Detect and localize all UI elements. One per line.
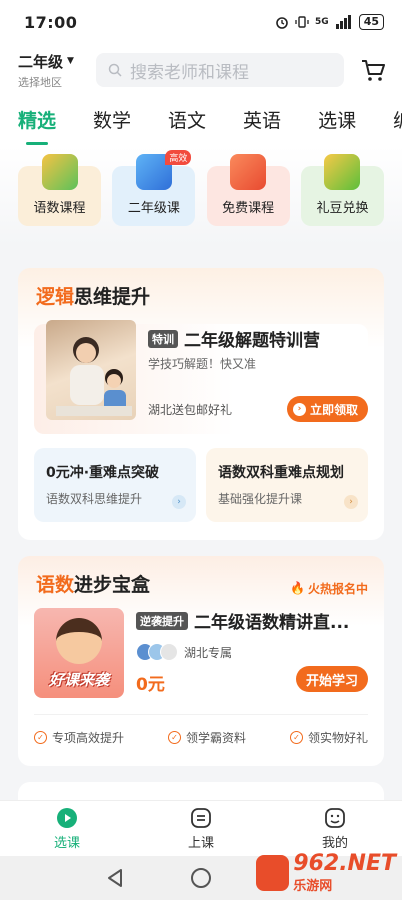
- course-card-intensive[interactable]: 好课来袭 逆袭提升 二年级语数精讲直... 湖北专属 0元 开始学习: [34, 608, 368, 700]
- grade-label: 二年级: [18, 52, 64, 71]
- section-title: 逻辑思维提升: [36, 286, 151, 308]
- bottom-nav: 选课 上课 我的: [0, 800, 402, 856]
- tab-chinese[interactable]: 语文: [168, 106, 206, 137]
- quick-entry-free[interactable]: 免费课程: [206, 154, 290, 226]
- back-triangle-icon[interactable]: [106, 868, 124, 888]
- course-thumbnail: [46, 320, 136, 420]
- battery-indicator: 45: [358, 14, 384, 30]
- status-icons: 5G 45: [275, 14, 384, 30]
- search-icon: [108, 63, 122, 77]
- quick-entries: 语数课程 高效 二年级课 免费课程 礼豆兑换: [0, 146, 402, 246]
- progress-box-section: 语数进步宝盒 🔥 火热报名中 好课来袭 逆袭提升 二年级语数精讲直... 湖北专属 …: [18, 556, 384, 766]
- vibrate-icon: [295, 16, 309, 28]
- section-title: 语数进步宝盒 🔥 火热报名中: [18, 556, 384, 602]
- course-subtitle: 学技巧解题！快又准: [148, 357, 257, 371]
- quick-entry-chinese-math[interactable]: 语数课程: [18, 154, 101, 226]
- search-input[interactable]: 搜索老师和课程: [96, 53, 344, 87]
- perk-item: ✓ 专项高效提升: [34, 729, 124, 746]
- check-icon: ✓: [167, 731, 181, 744]
- status-bar: 17:00 5G 45: [0, 0, 402, 44]
- start-learning-button[interactable]: 开始学习: [295, 666, 368, 692]
- home-circle-button[interactable]: [191, 868, 211, 888]
- nav-item-class[interactable]: 上课: [161, 807, 241, 851]
- watermark: 962.NET 乐游网: [256, 850, 396, 896]
- quick-entry-redeem[interactable]: 礼豆兑换: [300, 154, 384, 226]
- sub-card-title: 语数双科重难点规划: [218, 465, 344, 481]
- play-circle-icon: [57, 807, 77, 828]
- hot-signup-label: 🔥 火热报名中: [290, 581, 368, 596]
- cart-button[interactable]: [358, 55, 388, 85]
- tab-featured[interactable]: 精选: [18, 106, 56, 137]
- nav-item-profile[interactable]: 我的: [295, 807, 375, 851]
- teacher-avatars: 湖北专属: [136, 643, 368, 661]
- claim-now-button[interactable]: › 立即领取: [286, 396, 368, 422]
- chevron-right-icon: ›: [292, 402, 306, 416]
- logic-section: 逻辑思维提升 特训 二年级解题特训营 学技巧解题！快又准 湖北送包邮好礼 › 立即领…: [18, 268, 384, 540]
- class-icon: [191, 807, 211, 828]
- cart-icon: [362, 60, 385, 81]
- quick-entry-label: 语数课程: [33, 201, 86, 216]
- book-icon: [230, 154, 267, 190]
- network-type: 5G: [315, 17, 329, 27]
- quick-entry-label: 礼豆兑换: [316, 201, 369, 216]
- watermark-logo-icon: [256, 855, 290, 891]
- course-tag: 逆袭提升: [136, 611, 188, 630]
- caret-down-icon: ▼: [67, 56, 74, 66]
- quick-entry-grade2[interactable]: 高效 二年级课: [112, 150, 196, 226]
- quick-entry-label: 二年级课: [127, 201, 180, 216]
- perk-item: ✓ 领学霸资料: [167, 729, 246, 746]
- status-time: 17:00: [24, 12, 78, 32]
- gift-icon: [324, 154, 361, 190]
- nav-label: 选课: [53, 835, 80, 851]
- course-card-training[interactable]: 特训 二年级解题特训营 学技巧解题！快又准 湖北送包邮好礼 › 立即领取: [34, 320, 368, 434]
- sub-card-title: 0元冲·重难点突破: [46, 465, 160, 481]
- course-thumbnail: 好课来袭: [34, 608, 124, 698]
- tab-programming[interactable]: 编: [393, 106, 402, 137]
- efficient-badge: 高效: [165, 150, 192, 165]
- check-icon: ✓: [34, 731, 47, 744]
- course-title: 二年级解题特训营: [184, 331, 320, 351]
- perk-item: ✓ 领实物好礼: [289, 729, 368, 746]
- watermark-sub: 乐游网: [293, 878, 333, 894]
- nav-label: 我的: [321, 835, 348, 851]
- course-price: 0元: [136, 675, 165, 695]
- watermark-main: 962.NET: [293, 850, 396, 876]
- flame-icon: 🔥: [290, 581, 305, 595]
- check-icon: ✓: [289, 731, 303, 744]
- course-note: 湖北送包邮好礼: [148, 402, 233, 417]
- search-placeholder: 搜索老师和课程: [130, 62, 249, 83]
- sub-card-planning[interactable]: 语数双科重难点规划 基础强化提升课 ›: [206, 448, 368, 522]
- course-title: 二年级语数精讲直...: [194, 613, 350, 633]
- quick-entry-label: 免费课程: [222, 201, 275, 216]
- region-label: 选择地区: [18, 75, 62, 89]
- perks-row: ✓ 专项高效提升 ✓ 领学霸资料 ✓ 领实物好礼: [34, 714, 368, 746]
- chevron-right-icon: ›: [344, 495, 358, 509]
- category-tabs: 精选 数学 语文 英语 选课 编: [0, 96, 402, 146]
- course-tag: 特训: [148, 329, 178, 348]
- tab-english[interactable]: 英语: [243, 106, 281, 137]
- signal-icon: [335, 15, 351, 29]
- tab-course-select[interactable]: 选课: [318, 106, 356, 137]
- more-icon: [160, 643, 178, 661]
- region-exclusive: 湖北专属: [184, 645, 233, 660]
- header: 二年级 ▼ 选择地区 搜索老师和课程: [0, 44, 402, 96]
- profile-face-icon: [325, 807, 345, 828]
- sub-card-breakthrough[interactable]: 0元冲·重难点突破 语数双科思维提升 ›: [34, 448, 196, 522]
- clipboard-check-icon: [41, 154, 78, 190]
- tab-math[interactable]: 数学: [93, 106, 131, 137]
- chevron-right-icon: ›: [172, 495, 186, 509]
- grade-selector[interactable]: 二年级 ▼ 选择地区: [18, 51, 90, 90]
- nav-label: 上课: [187, 835, 214, 851]
- nav-item-select-course[interactable]: 选课: [27, 807, 107, 851]
- alarm-icon: [276, 17, 288, 29]
